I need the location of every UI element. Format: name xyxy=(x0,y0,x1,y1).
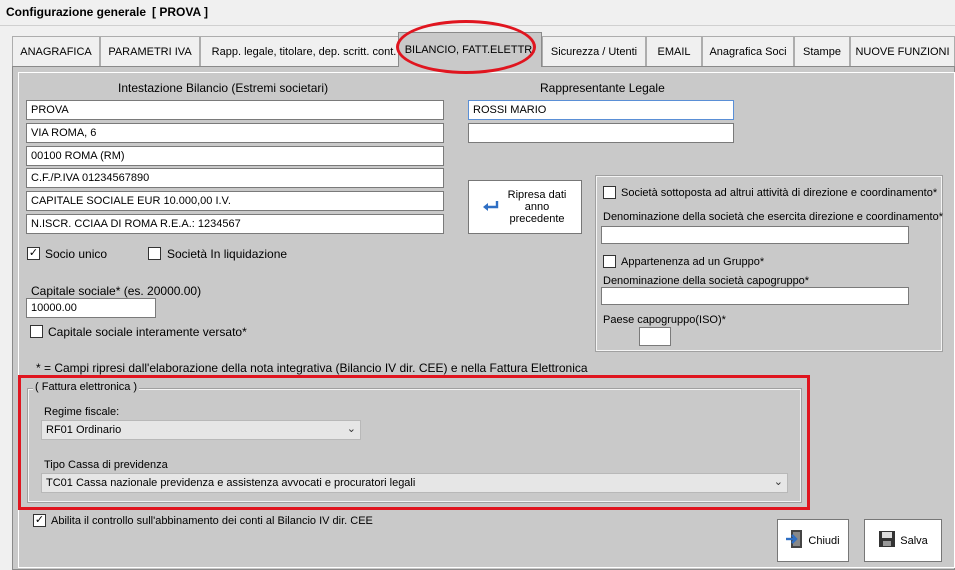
tab-email[interactable]: EMAIL xyxy=(646,36,702,66)
undo-arrow-icon xyxy=(482,198,502,217)
chiudi-label: Chiudi xyxy=(808,534,840,547)
direzione-checkbox[interactable] xyxy=(603,186,616,199)
rappresentante-line2-field[interactable] xyxy=(468,123,734,143)
intestazione-line-3[interactable]: 00100 ROMA (RM) xyxy=(26,146,444,166)
salva-button[interactable]: Salva xyxy=(864,519,942,562)
tab-nuove-funzioni[interactable]: NUOVE FUNZIONI xyxy=(850,36,955,66)
salva-label: Salva xyxy=(900,534,928,547)
chiudi-button[interactable]: Chiudi xyxy=(777,519,849,562)
project-name: [ PROVA ] xyxy=(152,5,208,19)
liquidazione-checkbox[interactable] xyxy=(148,247,161,260)
intestazione-line-1[interactable]: PROVA xyxy=(26,100,444,120)
ripresa-dati-button[interactable]: Ripresa dati anno precedente xyxy=(468,180,582,234)
tab-stampe[interactable]: Stampe xyxy=(794,36,850,66)
fattura-highlight xyxy=(18,375,810,510)
socio-unico-label: Socio unico xyxy=(45,247,108,261)
rappresentante-header: Rappresentante Legale xyxy=(540,81,665,95)
intestazione-line-4[interactable]: C.F./P.IVA 01234567890 xyxy=(26,168,444,188)
active-tab-highlight xyxy=(396,20,536,74)
capogruppo-field[interactable] xyxy=(601,287,909,305)
tab-anagrafica-soci[interactable]: Anagrafica Soci xyxy=(702,36,794,66)
tab-rapp-legale[interactable]: Rapp. legale, titolare, dep. scritt. con… xyxy=(200,36,408,66)
capitale-versato-label: Capitale sociale interamente versato* xyxy=(48,325,247,339)
intestazione-line-6[interactable]: N.ISCR. CCIAA DI ROMA R.E.A.: 1234567 xyxy=(26,214,444,234)
intestazione-header: Intestazione Bilancio (Estremi societari… xyxy=(118,81,329,95)
gruppo-checkbox[interactable] xyxy=(603,255,616,268)
gruppo-label: Appartenenza ad un Gruppo* xyxy=(621,256,765,268)
intestazione-line-2[interactable]: VIA ROMA, 6 xyxy=(26,123,444,143)
note-campi: * = Campi ripresi dall'elaborazione dell… xyxy=(36,361,588,375)
tab-anagrafica[interactable]: ANAGRAFICA xyxy=(12,36,100,66)
save-disk-icon xyxy=(878,530,896,551)
denominazione-direzione-field[interactable] xyxy=(601,226,909,244)
direzione-label: Società sottoposta ad altrui attività di… xyxy=(621,187,938,199)
abilita-controllo-checkbox[interactable]: ✓ xyxy=(33,514,46,527)
paese-capogruppo-field[interactable] xyxy=(639,327,671,346)
capitale-sociale-label: Capitale sociale* (es. 20000.00) xyxy=(31,284,202,298)
paese-capogruppo-label: Paese capogruppo(ISO)* xyxy=(603,314,726,326)
ripresa-dati-label: Ripresa dati anno precedente xyxy=(507,189,567,225)
tab-parametri-iva[interactable]: PARAMETRI IVA xyxy=(100,36,200,66)
exit-door-icon xyxy=(786,529,804,552)
abilita-controllo-label: Abilita il controllo sull'abbinamento de… xyxy=(51,515,373,527)
capitale-versato-checkbox[interactable] xyxy=(30,325,43,338)
rappresentante-name-field[interactable]: ROSSI MARIO xyxy=(468,100,734,120)
capitale-sociale-field[interactable]: 10000.00 xyxy=(26,298,156,318)
window-title: Configurazione generale xyxy=(6,5,147,19)
socio-unico-checkbox[interactable]: ✓ xyxy=(27,247,40,260)
intestazione-line-5[interactable]: CAPITALE SOCIALE EUR 10.000,00 I.V. xyxy=(26,191,444,211)
liquidazione-label: Società In liquidazione xyxy=(167,247,288,261)
denominazione-direzione-label: Denominazione della società che esercita… xyxy=(603,211,943,223)
capogruppo-label: Denominazione della società capogruppo* xyxy=(603,275,810,287)
tab-sicurezza-utenti[interactable]: Sicurezza / Utenti xyxy=(542,36,646,66)
